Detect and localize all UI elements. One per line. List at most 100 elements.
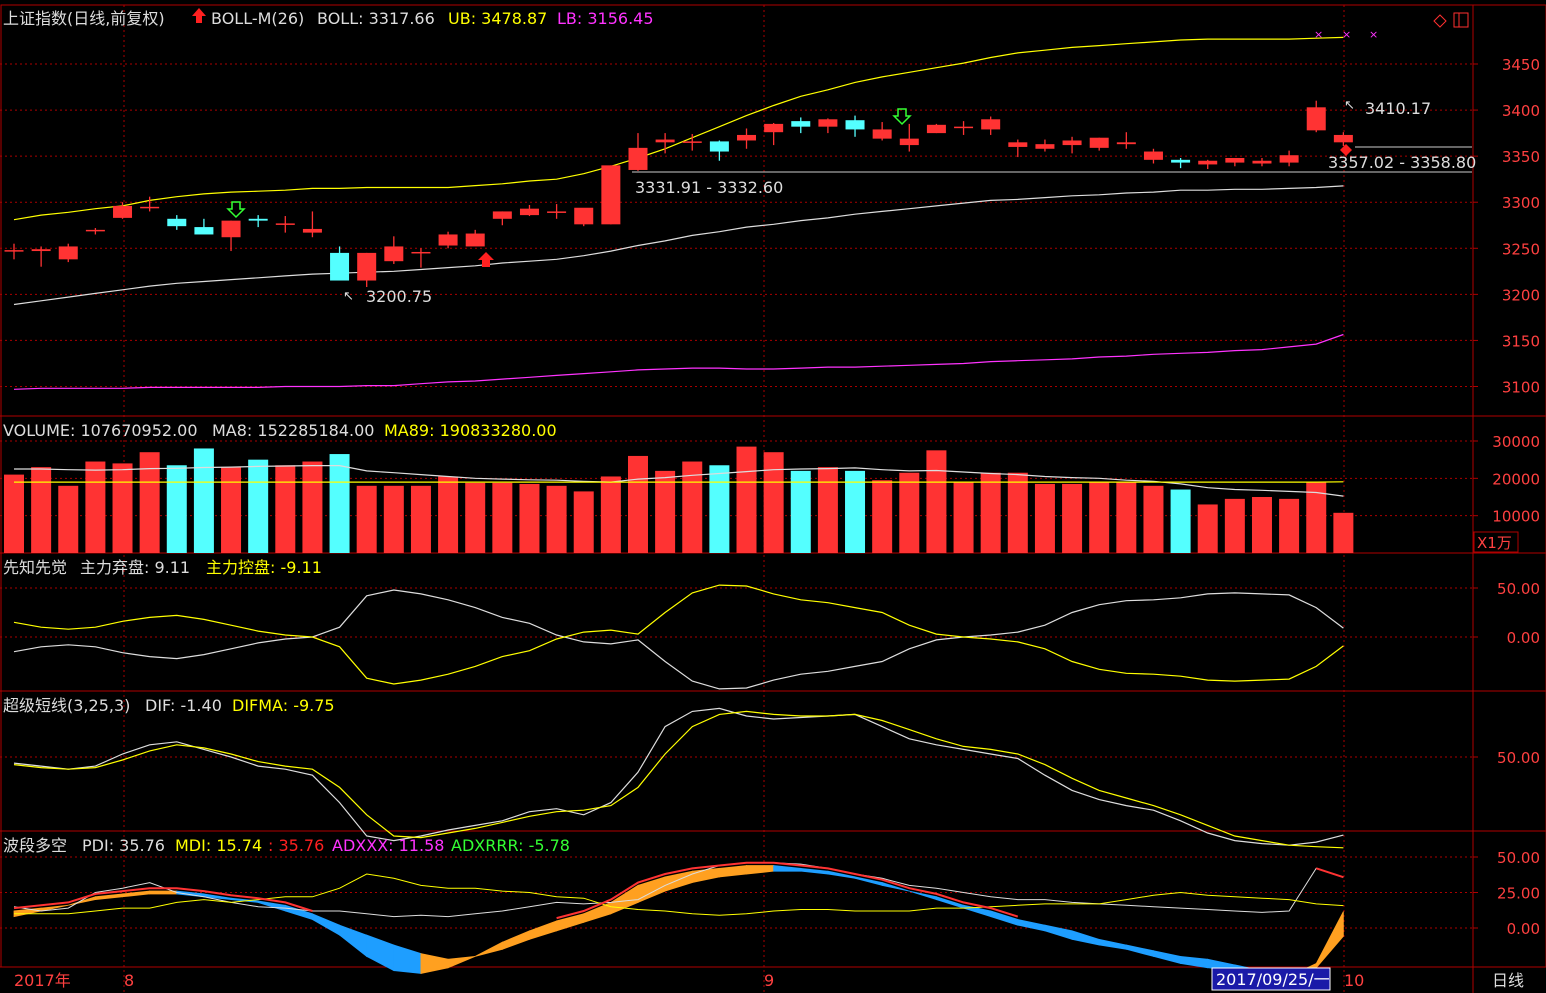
candle-body (1008, 142, 1028, 147)
volume-bar (1034, 483, 1055, 553)
volume-ma89: MA89: 190833280.00 (384, 421, 557, 440)
volume-bar (926, 450, 947, 553)
volume-header: VOLUME: 107670952.00 MA8: 152285184.00 M… (3, 421, 557, 440)
volume-bar (275, 465, 296, 553)
volume-bar (573, 491, 594, 553)
date-sep: 9 (764, 971, 774, 990)
tick-label: 3400 (1502, 102, 1540, 120)
volume-bar (736, 446, 757, 553)
vol-unit: X1万 (1477, 534, 1512, 552)
tick-label: 0.00 (1507, 629, 1540, 647)
volume-bar (980, 472, 1001, 553)
cursor-date: 2017/09/25/一 (1216, 970, 1330, 989)
volume-bar (4, 474, 24, 553)
bddk-name: 波段多空 (3, 836, 67, 855)
volume-bar (1170, 489, 1191, 553)
volume-bar (31, 467, 52, 553)
volume-bar (221, 467, 242, 553)
volume-bar (1116, 482, 1137, 553)
volume-bar (899, 472, 920, 553)
gap1-annotation: 3331.91 - 3332.60 (635, 178, 783, 197)
candle-body (384, 246, 404, 262)
volume-bar (872, 480, 893, 553)
candle-body (682, 141, 702, 143)
candle-body (1306, 107, 1326, 131)
candle-body (248, 218, 268, 221)
candle-body (31, 249, 51, 252)
bddk-header: 波段多空 PDI: 35.76 MDI: 15.74 : 35.76 ADXXX… (3, 836, 570, 855)
candle-body (1279, 155, 1299, 163)
boll-name: BOLL-M(26) (211, 9, 304, 28)
xzxj-header: 先知先觉 主力弃盘: 9.11 主力控盘: -9.11 (3, 558, 322, 577)
volume-bar (519, 483, 540, 553)
boll-value: BOLL: 3317.66 (317, 9, 435, 28)
candle-body (1035, 144, 1055, 149)
volume-bar (1279, 498, 1300, 553)
volume-bar (410, 485, 431, 553)
low-arrow-icon: ↖ (343, 289, 354, 304)
volume-ma8: MA8: 152285184.00 (212, 421, 374, 440)
candle-body (1252, 160, 1272, 164)
tick-label: 3250 (1502, 240, 1540, 258)
volume-bar (166, 465, 187, 553)
lb-value: LB: 3156.45 (557, 9, 654, 28)
period-label[interactable]: 日线 (1492, 971, 1524, 990)
candle-body (872, 129, 892, 139)
bddk-adxrrr: ADXRRR: -5.78 (451, 836, 570, 855)
low-annotation: 3200.75 (366, 287, 432, 306)
high-arrow-icon: ↖ (1344, 98, 1355, 113)
candle-body (547, 211, 567, 213)
candle-body (764, 123, 784, 133)
volume-bar (465, 482, 486, 553)
bddk-mdi: MDI: 15.74 (175, 836, 262, 855)
tick-label: 3350 (1502, 148, 1540, 166)
date-oct: 10 (1344, 971, 1364, 990)
volume-bar (193, 448, 214, 553)
tick-label: 3300 (1502, 194, 1540, 212)
ub-value: UB: 3478.87 (448, 9, 547, 28)
volume-bar (329, 454, 350, 553)
volume-bar (817, 467, 838, 553)
candle-body (818, 119, 838, 127)
tick-label: 30000 (1492, 433, 1540, 451)
candle-body (438, 234, 458, 246)
tick-label: 50.00 (1497, 849, 1540, 867)
cjdx-a: DIF: -1.40 (145, 696, 222, 715)
high-annotation: 3410.17 (1365, 99, 1431, 118)
candle-body (655, 139, 675, 143)
candle-body (85, 229, 105, 232)
tick-label: 50.00 (1497, 580, 1540, 598)
volume-value: VOLUME: 107670952.00 (3, 421, 198, 440)
candle-body (601, 165, 621, 225)
volume-bar (438, 476, 459, 553)
candle-body (926, 124, 946, 134)
candle-body (628, 147, 648, 170)
cjdx-b: DIFMA: -9.75 (232, 696, 335, 715)
volume-bar (58, 485, 79, 553)
candle-body (194, 227, 214, 235)
tick-label: 25.00 (1497, 885, 1540, 903)
candle (574, 207, 594, 227)
candle-body (1143, 151, 1163, 160)
stock-chart[interactable]: 3450 3400 3350 3300 3250 3200 3150 3100 30000 200… (0, 0, 1546, 993)
candle-body (845, 120, 865, 130)
volume-bar (248, 459, 269, 553)
candle-body (1089, 137, 1109, 148)
volume-bar (546, 485, 567, 553)
candle-body (357, 252, 377, 281)
candle-body (411, 251, 431, 254)
tick-label: 3150 (1502, 332, 1540, 350)
tick-label: 3200 (1502, 286, 1540, 304)
candle (601, 165, 621, 225)
volume-bar (356, 485, 377, 553)
svg-text:×: × (1314, 28, 1323, 41)
tick-label: 0.00 (1507, 920, 1540, 938)
volume-bar (1089, 482, 1110, 553)
volume-bar (1143, 485, 1164, 553)
volume-bar (709, 465, 730, 553)
volume-bar (845, 470, 866, 553)
candle-body (465, 233, 485, 247)
candle-body (737, 134, 757, 141)
candle-body (1333, 134, 1353, 143)
volume-bar (112, 463, 133, 553)
